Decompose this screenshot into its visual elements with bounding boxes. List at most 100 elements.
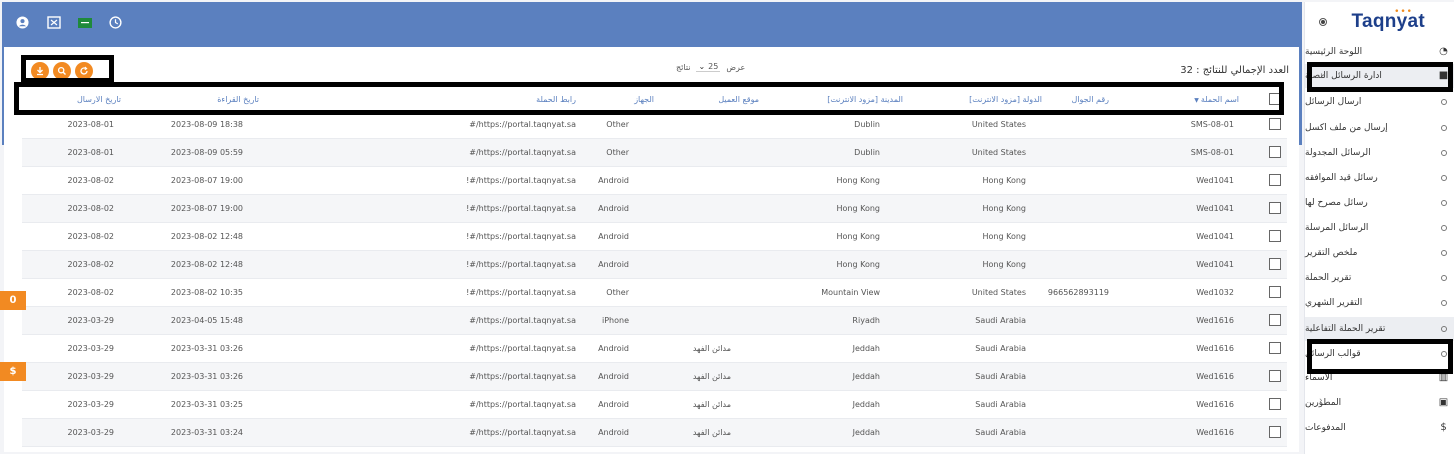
cell-link[interactable]: #/https://portal.taqnyat.sa [469, 148, 576, 157]
table-row[interactable]: SMS-08-01 United States Dublin Other #/https… [22, 139, 1287, 167]
accessibility-tab[interactable]: ߀ [0, 291, 26, 310]
cell-link[interactable]: #/https://portal.taqnyat.sa [469, 120, 576, 129]
table-row[interactable]: Wed1616 Saudi Arabia Jeddah مدائن الفهد Andr… [22, 391, 1287, 419]
cell-link[interactable]: #/https://portal.taqnyat.sa [469, 400, 576, 409]
cell-send-date: 2023-03-29 [67, 428, 115, 437]
sidebar-item-label: تقرير الحملة [1305, 273, 1352, 283]
highlight-box-sms-management [1307, 62, 1453, 92]
cell-country: United States [971, 288, 1026, 297]
cell-read-date: 2023-08-09 05:59 [170, 148, 243, 157]
sidebar-item-4[interactable]: الرسائل المجدولة [1305, 141, 1454, 165]
cell-device: Android [598, 344, 629, 353]
cell-country: Saudi Arabia [975, 344, 1026, 353]
logo[interactable]: Taqnyat [1351, 11, 1425, 33]
sidebar-item-2[interactable]: ارسال الرسائل [1305, 90, 1454, 114]
cell-device: Android [598, 260, 629, 269]
cell-name: Wed1041 [1196, 176, 1234, 185]
cell-link[interactable]: #/https://portal.taqnyat.sa [469, 428, 576, 437]
cell-read-date: 2023-04-05 15:48 [170, 316, 243, 325]
cell-link[interactable]: #/https://portal.taqnyat.sa [469, 316, 576, 325]
cell-link[interactable]: #/https://portal.taqnyat.sa [469, 344, 576, 353]
sidebar-item-7[interactable]: الرسائل المرسلة [1305, 216, 1454, 240]
sidebar-item-label: ارسال الرسائل [1305, 97, 1362, 107]
sidebar-item-14[interactable]: المطورين ▣ ‹ [1305, 391, 1454, 415]
table-row[interactable]: Wed1616 Saudi Arabia Jeddah مدائن الفهد Andr… [22, 419, 1287, 447]
bullet-icon [1441, 326, 1447, 332]
cell-read-date: 2023-03-31 03:25 [170, 400, 243, 409]
cell-read-date: 2023-03-31 03:24 [170, 428, 243, 437]
cell-read-date: 2023-08-09 18:38 [170, 120, 243, 129]
sidebar-item-0[interactable]: اللوحة الرئيسية ◔ [1305, 40, 1454, 64]
table-row[interactable]: Wed1041 Hong Kong Hong Kong Android !#/https… [22, 167, 1287, 195]
row-checkbox[interactable] [1269, 146, 1281, 158]
cell-link[interactable]: !#/https://portal.taqnyat.sa [466, 176, 576, 185]
cell-device: Android [598, 372, 629, 381]
row-checkbox[interactable] [1269, 426, 1281, 438]
table-row[interactable]: Wed1041 Hong Kong Hong Kong Android !#/https… [22, 251, 1287, 279]
sidebar-item-9[interactable]: تقرير الحملة [1305, 266, 1454, 290]
row-checkbox[interactable] [1269, 230, 1281, 242]
cell-send-date: 2023-03-29 [67, 372, 115, 381]
cell-link[interactable]: !#/https://portal.taqnyat.sa [466, 260, 576, 269]
clock-icon[interactable] [107, 14, 124, 31]
logo-row: ••• Taqnyat [1305, 2, 1454, 40]
bullet-icon [1441, 99, 1447, 105]
row-checkbox[interactable] [1269, 202, 1281, 214]
cell-mobile: 966562893119 [1047, 288, 1109, 297]
table-row[interactable]: Wed1041 Hong Kong Hong Kong Android !#/https… [22, 195, 1287, 223]
cell-city: Jeddah [852, 400, 880, 409]
cell-read-date: 2023-08-02 12:48 [170, 232, 243, 241]
row-checkbox[interactable] [1269, 258, 1281, 270]
bullet-icon [1441, 175, 1447, 181]
sidebar-item-11[interactable]: تقرير الحملة التفاعلية [1305, 317, 1454, 341]
table-row[interactable]: Wed1041 Hong Kong Hong Kong Android !#/https… [22, 223, 1287, 251]
cell-device: Other [606, 288, 629, 297]
row-checkbox[interactable] [1269, 118, 1281, 130]
row-checkbox[interactable] [1269, 286, 1281, 298]
row-checkbox[interactable] [1269, 398, 1281, 410]
cell-name: Wed1041 [1196, 260, 1234, 269]
row-checkbox[interactable] [1269, 174, 1281, 186]
row-checkbox[interactable] [1269, 370, 1281, 382]
row-checkbox[interactable] [1269, 342, 1281, 354]
sidebar-item-10[interactable]: التقرير الشهري [1305, 291, 1454, 315]
cell-device: Android [598, 176, 629, 185]
table-row[interactable]: Wed1616 Saudi Arabia Jeddah مدائن الفهد Andr… [22, 335, 1287, 363]
cell-city: Dublin [854, 148, 880, 157]
dollar-icon: $ [9, 366, 17, 377]
cell-link[interactable]: !#/https://portal.taqnyat.sa [466, 232, 576, 241]
highlight-box-interactive-report [1307, 339, 1453, 374]
bullet-icon [1441, 150, 1447, 156]
sidebar-item-3[interactable]: إرسال من ملف اكسل [1305, 116, 1454, 140]
table-row[interactable]: SMS-08-01 United States Dublin Other #/https… [22, 111, 1287, 139]
cell-link[interactable]: !#/https://portal.taqnyat.sa [466, 288, 576, 297]
sidebar-item-5[interactable]: رسائل قيد الموافقه [1305, 166, 1454, 190]
bullet-icon [1441, 300, 1447, 306]
cell-link[interactable]: !#/https://portal.taqnyat.sa [466, 204, 576, 213]
cell-country: Hong Kong [982, 204, 1027, 213]
sidebar-item-15[interactable]: المدفوعات $ [1305, 416, 1454, 440]
cell-send-date: 2023-08-02 [67, 176, 115, 185]
cell-city: Riyadh [852, 316, 880, 325]
table-row[interactable]: Wed1616 Saudi Arabia Riyadh iPhone #/https:/… [22, 307, 1287, 335]
cell-city: Hong Kong [836, 204, 881, 213]
table-row[interactable]: Wed1616 Saudi Arabia Jeddah مدائن الفهد Andr… [22, 363, 1287, 391]
cell-city: Dublin [854, 120, 880, 129]
table-row[interactable]: Wed1032 966562893119 United States Mountain… [22, 279, 1287, 307]
cell-city: Jeddah [852, 428, 880, 437]
sidebar-item-6[interactable]: رسائل مصرح لها [1305, 191, 1454, 215]
pricing-tab[interactable]: $ [0, 362, 26, 381]
flag-icon[interactable] [76, 14, 93, 31]
row-checkbox[interactable] [1269, 314, 1281, 326]
cell-name: SMS-08-01 [1190, 120, 1234, 129]
sidebar-item-8[interactable]: ملخص التقرير [1305, 241, 1454, 265]
chevron-left-icon[interactable]: ‹ [1319, 396, 1323, 406]
expand-icon[interactable] [45, 14, 62, 31]
cell-link[interactable]: #/https://portal.taqnyat.sa [469, 372, 576, 381]
page-size-select[interactable]: ⌄ 25 [696, 62, 721, 72]
cell-country: Saudi Arabia [975, 428, 1026, 437]
bullet-icon [1441, 275, 1447, 281]
sidebar-toggle-icon[interactable] [1319, 18, 1327, 26]
user-icon[interactable] [14, 14, 31, 31]
results-label: نتائج [676, 62, 691, 72]
